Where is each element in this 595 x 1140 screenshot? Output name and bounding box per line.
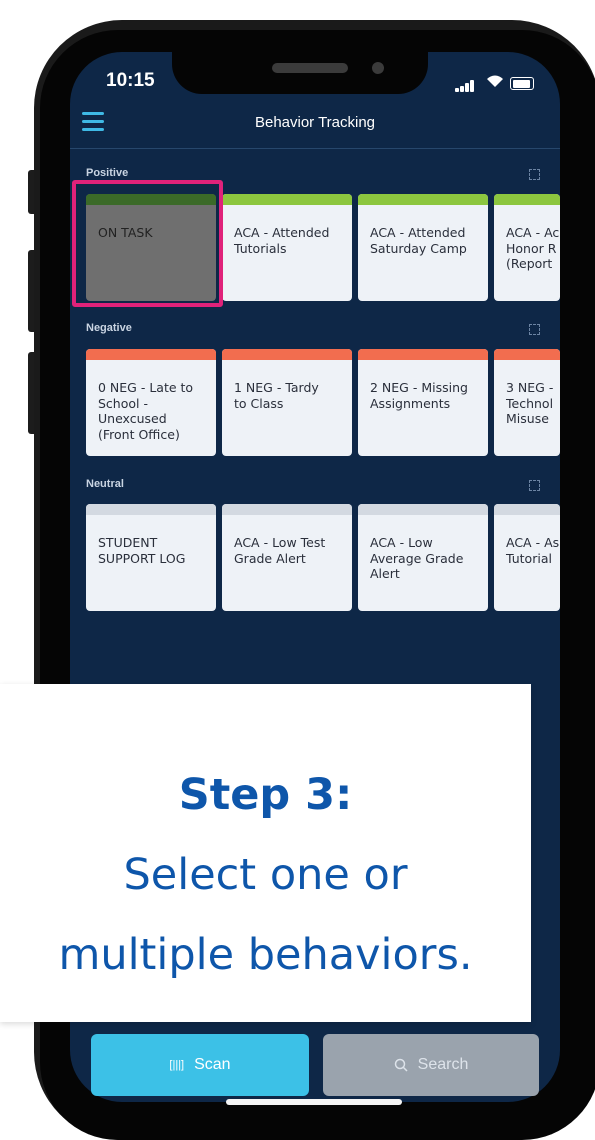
behavior-label: ACA - Attended Saturday Camp — [370, 225, 467, 256]
search-label: Search — [417, 1056, 469, 1073]
category-stripe — [358, 504, 488, 515]
behavior-label: ACA - As Tutorial — [506, 535, 560, 566]
category-stripe — [222, 504, 352, 515]
page-title: Behavior Tracking — [254, 114, 376, 131]
behavior-card[interactable]: STUDENT SUPPORT LOG — [86, 504, 216, 611]
home-indicator — [226, 1099, 402, 1105]
barcode-icon: [|||] — [169, 1059, 185, 1071]
behavior-card[interactable]: ACA - Low Average Grade Alert — [358, 504, 488, 611]
category-stripe — [222, 194, 352, 205]
scan-button[interactable]: [|||] Scan — [91, 1034, 309, 1096]
section-label-negative: Negative — [86, 322, 132, 334]
instruction-line-2: multiple behaviors. — [58, 930, 473, 980]
behavior-label: 0 NEG - Late to School - Unexcused (Fron… — [98, 380, 194, 442]
search-icon — [394, 1058, 408, 1072]
behavior-label: ACA - Low Average Grade Alert — [370, 535, 464, 581]
category-stripe — [358, 349, 488, 360]
category-stripe — [358, 194, 488, 205]
status-time: 10:15 — [106, 70, 155, 91]
behavior-card[interactable]: 2 NEG - Missing Assignments — [358, 349, 488, 456]
search-button[interactable]: Search — [323, 1034, 539, 1096]
speaker — [272, 63, 348, 73]
section-label-neutral: Neutral — [86, 478, 124, 490]
expand-icon[interactable] — [529, 169, 540, 180]
expand-icon[interactable] — [529, 324, 540, 335]
category-stripe — [86, 349, 216, 360]
behavior-label: ACA - Ac Honor R (Report — [506, 225, 560, 271]
behavior-card[interactable]: ACA - Low Test Grade Alert — [222, 504, 352, 611]
behavior-label: 1 NEG - Tardy to Class — [234, 380, 319, 411]
behavior-label: STUDENT SUPPORT LOG — [98, 535, 186, 566]
category-stripe — [494, 194, 560, 205]
behavior-card[interactable]: ACA - Ac Honor R (Report — [494, 194, 560, 301]
selection-highlight — [72, 180, 223, 307]
behavior-card[interactable]: ACA - As Tutorial — [494, 504, 560, 611]
behavior-card[interactable]: 1 NEG - Tardy to Class — [222, 349, 352, 456]
behavior-label: 2 NEG - Missing Assignments — [370, 380, 468, 411]
behavior-label: 3 NEG - Technol Misuse — [506, 380, 554, 426]
header-divider — [70, 148, 560, 149]
section-label-positive: Positive — [86, 167, 129, 179]
behavior-label: ACA - Attended Tutorials — [234, 225, 330, 256]
behavior-card[interactable]: 0 NEG - Late to School - Unexcused (Fron… — [86, 349, 216, 456]
behavior-card[interactable]: ACA - Attended Tutorials — [222, 194, 352, 301]
instruction-line-1: Select one or — [123, 850, 408, 900]
category-stripe — [494, 349, 560, 360]
category-stripe — [222, 349, 352, 360]
behavior-card[interactable]: ACA - Attended Saturday Camp — [358, 194, 488, 301]
category-stripe — [86, 504, 216, 515]
battery-icon — [510, 77, 534, 90]
category-stripe — [494, 504, 560, 515]
behavior-card[interactable]: 3 NEG - Technol Misuse — [494, 349, 560, 456]
scan-label: Scan — [194, 1056, 231, 1073]
step-heading: Step 3: — [178, 770, 353, 820]
wifi-icon — [485, 73, 507, 89]
behavior-label: ACA - Low Test Grade Alert — [234, 535, 326, 566]
front-camera — [372, 62, 384, 74]
expand-icon[interactable] — [529, 480, 540, 491]
